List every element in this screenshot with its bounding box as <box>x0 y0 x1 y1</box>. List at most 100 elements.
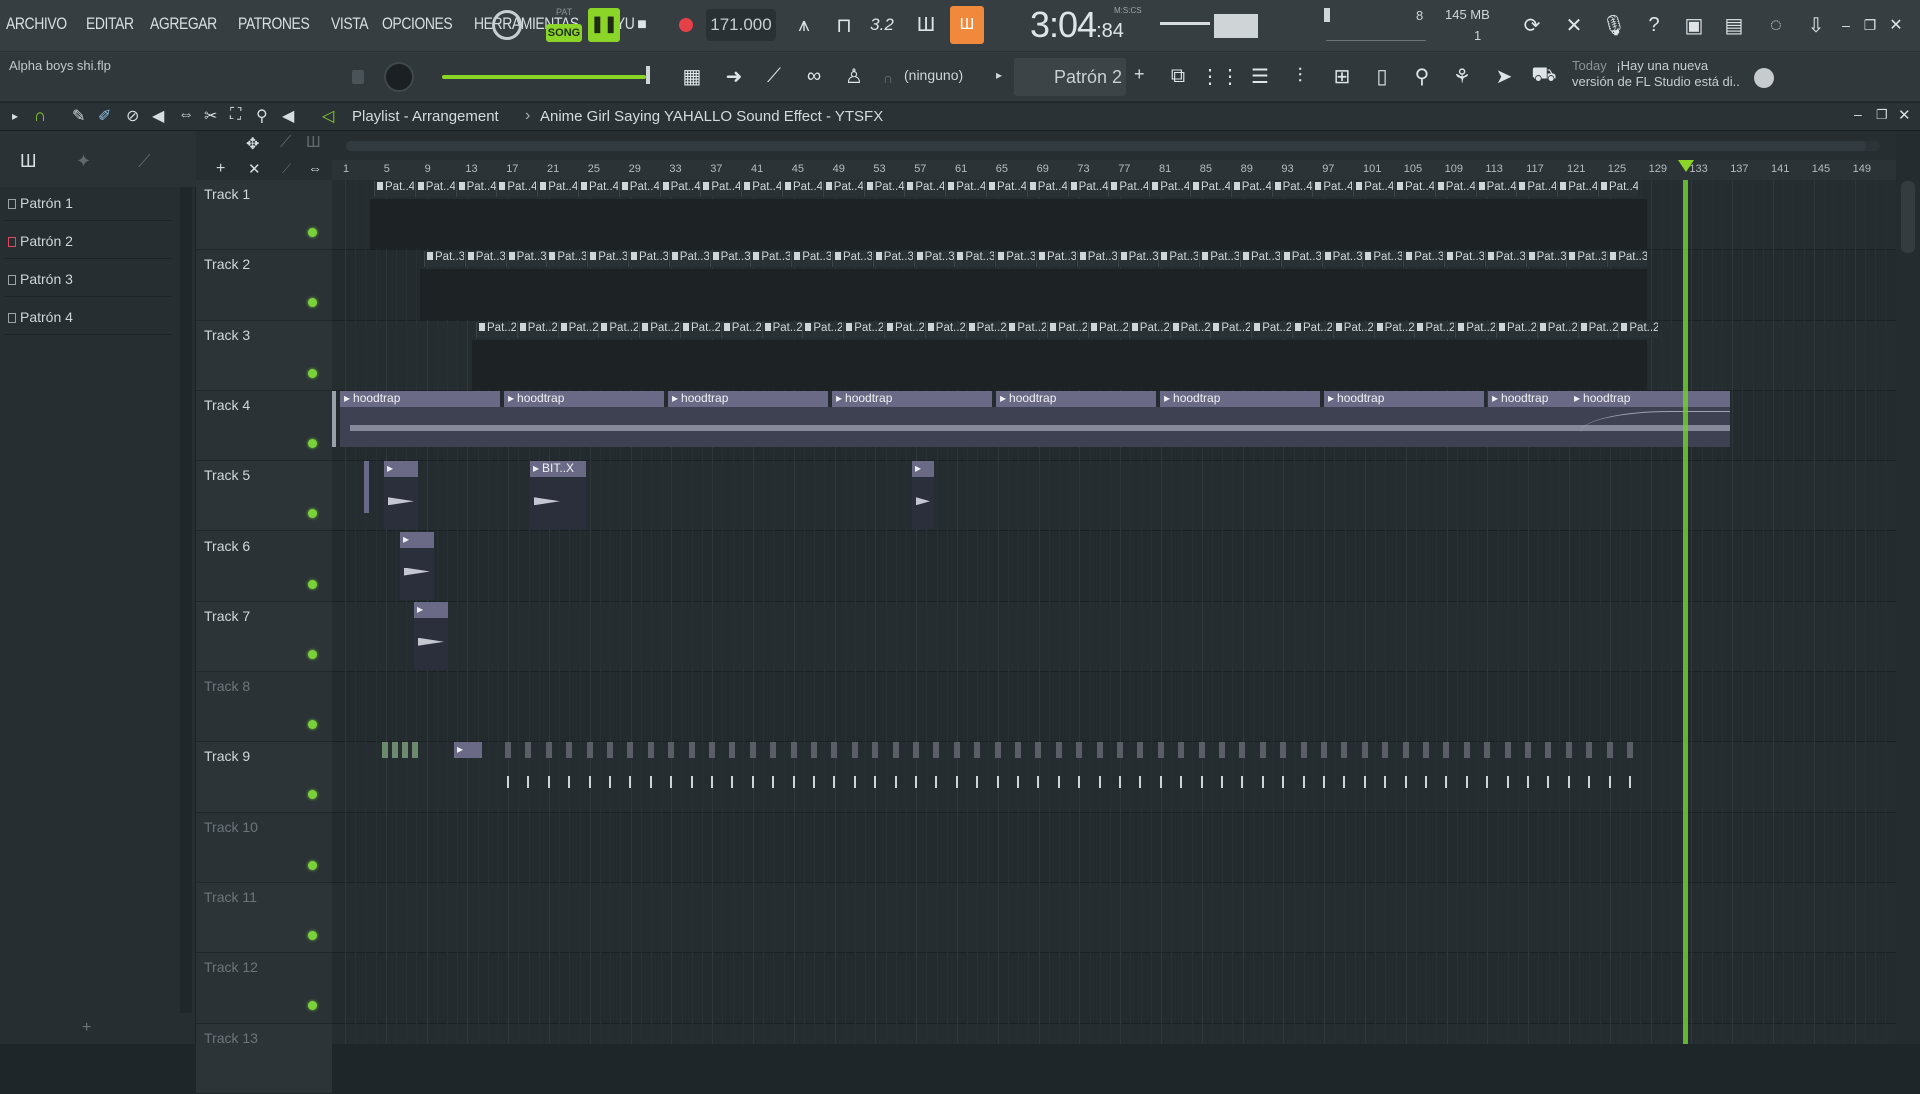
pattern-clip[interactable]: Pat..2 <box>924 321 965 338</box>
pattern-clip[interactable]: Pat..3 <box>1117 251 1158 268</box>
pattern-clip[interactable]: Pat..3 <box>1566 251 1607 268</box>
hit-clip[interactable] <box>953 742 960 759</box>
pencil-icon[interactable]: ✎ <box>72 106 85 126</box>
save-icon[interactable]: ▣ <box>1678 9 1710 41</box>
browser-icon[interactable]: ⊞ <box>1326 60 1358 92</box>
slip-tool-icon[interactable]: ⇔ <box>178 106 194 124</box>
menu-vista[interactable]: VISTA <box>331 14 369 34</box>
hit-clip[interactable] <box>607 742 613 759</box>
pattern-clip[interactable]: Pat..4 <box>1557 181 1598 197</box>
undo-history-icon[interactable]: ⟳ <box>1516 9 1548 41</box>
close-window-icon[interactable]: ✕ <box>1886 9 1906 41</box>
audio-clip-hoodtrap[interactable]: ▸ hoodtrap <box>668 390 828 407</box>
selected-sample[interactable]: Anime Girl Saying YAHALLO Sound Effect -… <box>540 108 883 125</box>
hit-clip[interactable] <box>1096 742 1103 759</box>
hit-clip[interactable] <box>1259 742 1266 759</box>
pattern-clip[interactable]: Pat..4 <box>986 181 1026 197</box>
add-track-icon[interactable]: + <box>216 160 225 178</box>
pattern-clip[interactable]: Pat..3 <box>505 251 546 268</box>
track-header-2[interactable]: Track 2 <box>196 250 332 321</box>
mute-tool-icon[interactable]: ◀ <box>152 106 164 126</box>
pattern-clip[interactable]: Pat..2 <box>557 321 598 338</box>
hit-clip[interactable] <box>872 742 879 759</box>
pattern-clip[interactable]: Pat..4 <box>741 181 782 197</box>
stop-button[interactable]: ■ <box>626 9 658 41</box>
pattern-clip[interactable]: Pat..4 <box>618 181 659 197</box>
hit-clip[interactable] <box>1035 742 1042 759</box>
pattern-clip[interactable]: Pat..4 <box>659 181 700 197</box>
track-header-7[interactable]: Track 7 <box>196 601 332 673</box>
track-mute-led[interactable] <box>308 509 317 519</box>
pattern-clip[interactable]: Pat..3 <box>587 251 628 268</box>
hit-clip[interactable] <box>1117 742 1123 759</box>
pattern-item-3[interactable]: Patrón 3 <box>4 263 172 297</box>
channel-rack-icon[interactable]: ☰ <box>1244 60 1276 92</box>
draw-icon[interactable]: ⟋ <box>280 134 291 152</box>
pattern-clip[interactable]: Pat..2 <box>1536 321 1577 338</box>
hit-clip[interactable] <box>892 742 899 759</box>
performance-icon[interactable]: ⚘ <box>1446 60 1478 92</box>
hit-clip[interactable] <box>1545 742 1552 759</box>
pattern-clip[interactable]: Pat..2 <box>884 321 924 338</box>
pattern-clip[interactable]: Pat..3 <box>628 251 668 268</box>
metronome-icon[interactable]: ⩚ <box>788 9 820 41</box>
menu-patrones[interactable]: PATRONES <box>238 14 310 34</box>
wait-input-icon[interactable]: ⊓ <box>828 9 860 41</box>
pattern-clip[interactable]: Pat..2 <box>1496 321 1536 338</box>
hit-clip[interactable] <box>851 742 858 759</box>
brush-icon[interactable]: ⟋ <box>758 60 790 92</box>
add-pattern-icon[interactable]: + <box>1134 64 1145 85</box>
pattern-clip[interactable]: Pat..4 <box>1394 181 1434 197</box>
hit-clip[interactable] <box>790 742 797 759</box>
hit-clip[interactable] <box>1504 742 1511 759</box>
send-icon[interactable]: ➤ <box>1488 60 1520 92</box>
microphone-icon[interactable]: 🎙 <box>1598 9 1630 41</box>
audio-clip-hoodtrap[interactable]: ▸ hoodtrap <box>1324 390 1484 407</box>
pattern-clip[interactable]: Pat..4 <box>904 181 945 197</box>
hit-clip[interactable] <box>1178 742 1185 759</box>
pattern-clip[interactable]: Pat..2 <box>1251 321 1292 338</box>
hit-clip[interactable] <box>525 742 532 759</box>
hit-clip[interactable] <box>1341 742 1348 759</box>
hit-clip[interactable] <box>1055 742 1062 759</box>
pattern-clip[interactable]: Pat..4 <box>1598 181 1638 197</box>
help-icon[interactable]: ? <box>1638 9 1670 41</box>
pat-song-toggle[interactable]: PAT SONG <box>544 6 584 44</box>
hit-clip[interactable] <box>402 742 408 759</box>
hit-clip[interactable] <box>994 742 1001 759</box>
pattern-clip[interactable]: Pat..4 <box>374 181 414 197</box>
menu-archivo[interactable]: ARCHIVO <box>6 14 67 34</box>
shop-icon[interactable]: ⛟ <box>1528 60 1560 92</box>
hit-clip[interactable] <box>1280 742 1287 759</box>
hit-clip[interactable] <box>1402 742 1409 759</box>
tools-icon[interactable]: ✕ <box>1558 9 1590 41</box>
automation-view-icon[interactable]: ⟋ <box>138 151 151 172</box>
audio-clip-small[interactable]: ▸ <box>384 461 418 478</box>
pattern-clip[interactable]: Pat..2 <box>843 321 884 338</box>
link-icon[interactable]: ∞ <box>798 60 830 92</box>
pattern-clip[interactable]: Pat..3 <box>832 251 872 268</box>
track-header-11[interactable]: Track 11 <box>196 883 332 954</box>
hit-clip[interactable] <box>1463 742 1470 759</box>
audio-clip-hoodtrap[interactable]: ▸ hoodtrap <box>1570 390 1730 407</box>
track-header-12[interactable]: Track 12 <box>196 953 332 1024</box>
pattern-clip[interactable]: Pat..3 <box>464 251 505 268</box>
overview-scrollbar[interactable] <box>346 141 1880 151</box>
hit-clip[interactable] <box>811 742 817 759</box>
render-icon[interactable]: ▤ <box>1718 9 1750 41</box>
news-panel[interactable]: Today ¡Hay una nueva versión de FL Studi… <box>1572 58 1760 98</box>
audio-clip-hoodtrap[interactable]: ▸ hoodtrap <box>1160 390 1320 407</box>
pattern-clip[interactable]: Pat..4 <box>414 181 455 197</box>
pattern-clip[interactable]: Pat..2 <box>1088 321 1128 338</box>
hit-clip[interactable] <box>831 742 838 759</box>
pattern-clip[interactable]: Pat..3 <box>1076 251 1117 268</box>
hit-clip[interactable] <box>1157 742 1164 759</box>
track-mute-led[interactable] <box>308 228 317 237</box>
pattern-clip[interactable]: Pat..2 <box>965 321 1006 338</box>
pattern-clip[interactable]: Pat..3 <box>1403 251 1444 268</box>
pattern-clip[interactable]: Pat..4 <box>782 181 822 197</box>
hit-clip[interactable] <box>770 742 777 759</box>
zoom-horizontal-icon[interactable]: ⇔ <box>308 160 322 176</box>
pattern-clip[interactable]: Pat..3 <box>750 251 791 268</box>
magnet-icon[interactable]: ∩ <box>34 106 46 126</box>
